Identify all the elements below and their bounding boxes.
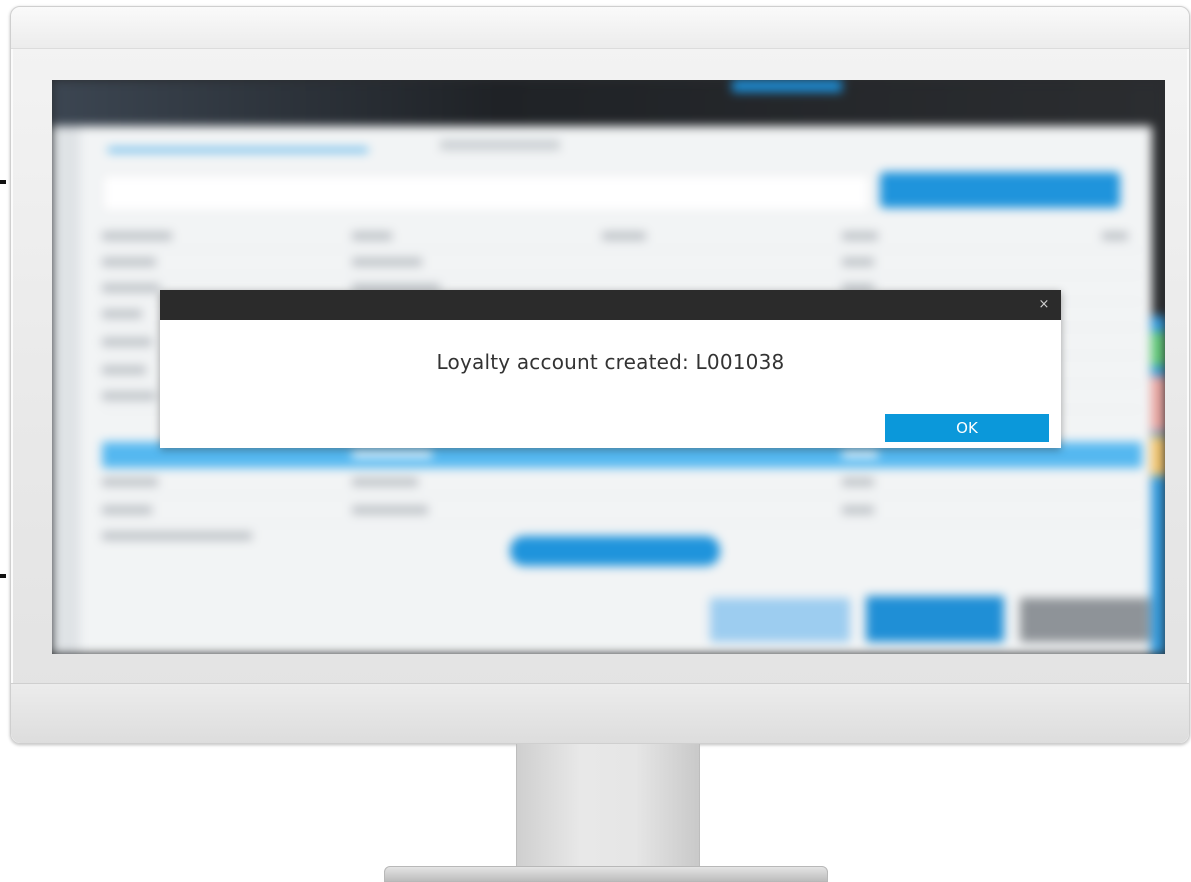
app-side-tab-green[interactable] (1151, 332, 1165, 366)
app-side-tab-orange[interactable] (1151, 436, 1165, 476)
app-search-input[interactable] (102, 174, 870, 212)
app-search-button[interactable] (880, 172, 1120, 208)
app-primary-button[interactable] (866, 596, 1004, 642)
dialog-message: Loyalty account created: L001038 (436, 350, 785, 374)
table-row[interactable] (102, 470, 1142, 496)
monitor-screen: × Loyalty account created: L001038 OK (52, 80, 1165, 654)
app-secondary-button[interactable] (1020, 598, 1150, 642)
app-tab-active[interactable] (108, 148, 368, 152)
dialog-header: × (160, 290, 1061, 320)
message-dialog: × Loyalty account created: L001038 OK (160, 290, 1061, 448)
table-row[interactable] (102, 498, 1142, 524)
app-titlebar (52, 80, 1165, 126)
app-left-strip (52, 126, 80, 654)
close-icon[interactable]: × (1035, 296, 1053, 314)
monitor-stand-neck (516, 744, 700, 872)
app-action-button[interactable] (710, 598, 850, 642)
monitor-chin (11, 683, 1189, 743)
edge-mark-bottom (0, 574, 6, 578)
app-tab[interactable] (440, 140, 560, 150)
table-header-row (102, 224, 1142, 250)
table-row[interactable] (102, 250, 1142, 276)
monitor-stand-base (384, 866, 828, 882)
app-pagination[interactable] (510, 536, 720, 566)
app-side-tab-red[interactable] (1151, 376, 1165, 432)
ok-button[interactable]: OK (885, 414, 1049, 442)
app-side-strip (1151, 316, 1165, 654)
edge-mark-top (0, 180, 6, 184)
monitor-top-bezel (11, 7, 1189, 49)
